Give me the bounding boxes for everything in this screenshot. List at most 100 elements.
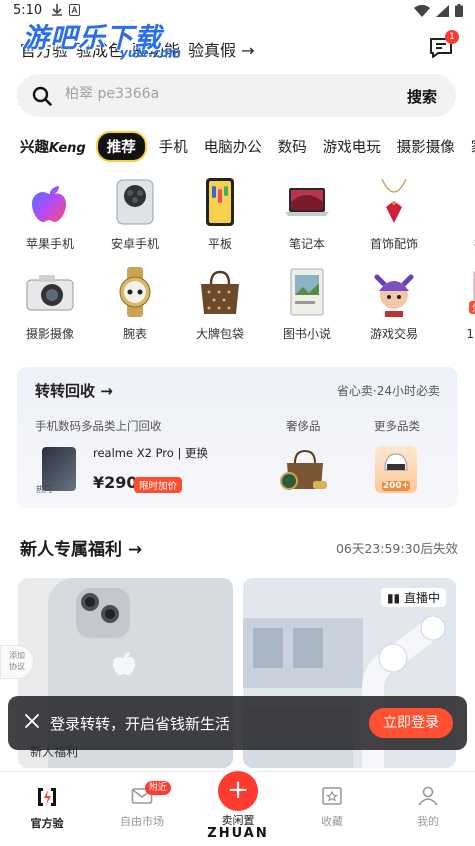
category-watch[interactable]: 腕表 (95, 265, 175, 342)
zhuan-logo: ZHUAN (207, 826, 269, 841)
benefits-title[interactable]: 新人专属福利 → (20, 535, 142, 560)
category-label: 图书小说 (282, 327, 331, 341)
category-label: 摄影摄像 (25, 327, 74, 341)
category-label: 游戏交易 (369, 327, 418, 341)
nav-mine[interactable]: 我的 (398, 786, 458, 829)
category-laptop[interactable]: 笔记本 (267, 175, 347, 252)
plus-icon: + (227, 775, 249, 805)
tab-home[interactable]: 家 (471, 136, 475, 157)
category-handbag[interactable]: 大牌包袋 (180, 265, 260, 342)
category-label: 安卓手机 (110, 237, 159, 251)
category-books[interactable]: 图书小说 (267, 265, 347, 342)
category-label: 12期 (466, 327, 475, 341)
search-bar[interactable]: 搜索 (17, 74, 456, 117)
live-badge: ▮▮ 直播中 (380, 588, 446, 607)
side-tag-line2: 协议 (9, 662, 25, 671)
category-apple-phone[interactable]: 苹果手机 (10, 175, 90, 252)
search-icon (32, 86, 52, 106)
book-icon (280, 265, 334, 319)
tab-gaming[interactable]: 游戏电玩 (323, 136, 381, 157)
tab-photography[interactable]: 摄影摄像 (397, 136, 455, 157)
apple-phone-icon (23, 175, 77, 229)
category-label: 折 (440, 235, 475, 252)
interest-free-tag: 免息 (469, 301, 475, 314)
category-camera[interactable]: 摄影摄像 (10, 265, 90, 342)
recycle-title[interactable]: 转转回收 → (35, 380, 113, 401)
download-icon (52, 4, 62, 16)
category-jewelry[interactable]: 首饰配饰 (354, 175, 434, 252)
recycle-subtitle: 手机数码多品类上门回收 (35, 419, 162, 433)
nav-label: 自由市场 (120, 815, 164, 828)
installment-icon: 免息 (453, 265, 475, 319)
signal-icon (436, 4, 449, 17)
watermark-sub: yule.com (120, 46, 182, 60)
handbag-icon (193, 265, 247, 319)
necklace-icon (367, 175, 421, 229)
nav-official-verify[interactable]: 官方验 (17, 786, 77, 831)
live-bars-icon: ▮▮ (386, 591, 401, 605)
game-character-icon (367, 265, 421, 319)
side-floating-tag[interactable]: 添加 协议 (0, 645, 34, 679)
benefits-title-text: 新人专属福利 (20, 540, 122, 560)
watch-icon (108, 265, 162, 319)
category-game-trade[interactable]: 游戏交易 (354, 265, 434, 342)
category-android-phone[interactable]: 安卓手机 (95, 175, 175, 252)
category-installment[interactable]: 免息 12期 (440, 265, 475, 342)
nav-label: 我的 (417, 815, 439, 828)
recycle-tagline: 省心卖·24小时必卖 (336, 384, 440, 398)
login-toast: 登录转转，开启省钱新生活 立即登录 (8, 696, 467, 750)
nearby-badge: 附近 (145, 781, 172, 795)
category-label: 大牌包袋 (195, 327, 244, 341)
side-tag-line1: 添加 (9, 651, 25, 660)
live-badge-text: 直播中 (403, 591, 440, 605)
close-icon[interactable] (24, 713, 40, 729)
arrow-right-icon: → (127, 540, 143, 560)
android-phone-icon (108, 175, 162, 229)
toast-text: 登录转转，开启省钱新生活 (50, 715, 231, 733)
search-input[interactable] (65, 86, 365, 102)
category-label: 笔记本 (288, 237, 325, 251)
arrow-right-icon: → (100, 382, 113, 400)
status-system-icons (414, 4, 463, 17)
tab-recommend[interactable]: 推荐 (95, 130, 147, 162)
limit-time-tag: 限时加价 (134, 477, 183, 493)
nav-favorites[interactable]: 收藏 (302, 786, 362, 829)
sell-idle-button[interactable]: + (218, 771, 258, 811)
tablet-icon (193, 175, 247, 229)
nav-label: 收藏 (321, 815, 343, 828)
slogan-item[interactable]: 验真假 → (188, 37, 255, 60)
nav-label: 官方验 (30, 817, 64, 830)
model-selector[interactable]: realme X2 Pro | 更换 (93, 445, 208, 461)
luxury-label: 奢侈品 (286, 419, 321, 433)
category-label: 首饰配饰 (369, 237, 418, 251)
favorites-icon (322, 787, 342, 805)
category-tabs: 兴趣Keng 推荐 手机 电脑办公 数码 游戏电玩 摄影摄像 家 (20, 130, 475, 162)
tab-interest-keng[interactable]: 兴趣Keng (20, 136, 86, 157)
more-categories-label: 更多品类 (374, 419, 420, 433)
login-button[interactable]: 立即登录 (369, 708, 453, 738)
category-label: 腕表 (122, 327, 147, 341)
search-button[interactable]: 搜索 (407, 86, 437, 107)
laptop-icon (280, 175, 334, 229)
change-model-link[interactable]: 更换 (185, 446, 208, 460)
user-icon (418, 786, 438, 806)
more-categories-count: 200+ (382, 481, 410, 491)
tab-digital[interactable]: 数码 (278, 136, 307, 157)
status-notif-icons (52, 4, 80, 16)
category-label: 平板 (207, 237, 232, 251)
benefits-countdown: 06天23:59:30后失效 (335, 541, 458, 556)
hot-label: 热门 (36, 485, 52, 494)
camera-icon (23, 265, 77, 319)
tab-brand-en: Keng (49, 140, 86, 156)
tab-computer[interactable]: 电脑办公 (204, 136, 262, 157)
luxury-bag-icon[interactable] (279, 447, 329, 493)
recycle-card[interactable]: 转转回收 → 省心卖·24小时必卖 手机数码多品类上门回收 奢侈品 更多品类 热… (17, 367, 458, 508)
tab-phone[interactable]: 手机 (159, 136, 188, 157)
category-label: 苹果手机 (25, 237, 74, 251)
a-icon (69, 4, 80, 16)
official-verify-icon (38, 788, 56, 806)
recycle-price: ¥290 (93, 473, 138, 492)
category-tablet[interactable]: 平板 (180, 175, 260, 252)
model-name: realme X2 Pro (93, 446, 174, 460)
category-foldable[interactable]: 折 (440, 175, 475, 252)
